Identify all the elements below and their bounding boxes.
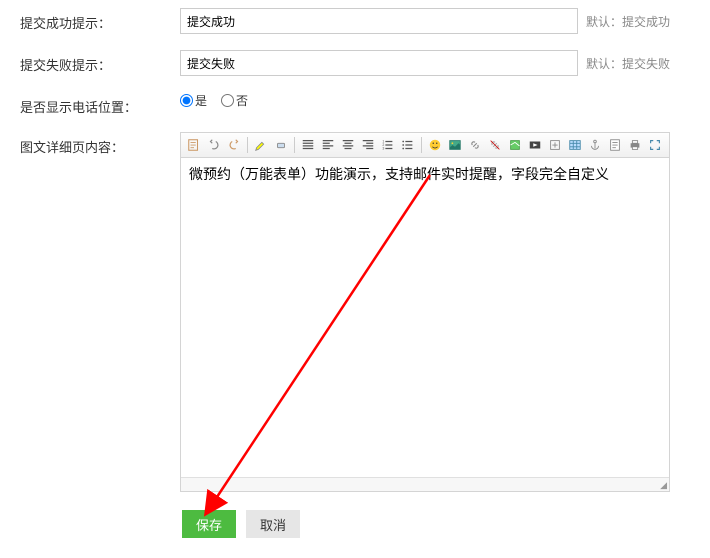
rich-editor: 123 ◢ (180, 132, 670, 492)
fullscreen-icon[interactable] (646, 136, 664, 154)
highlight-icon[interactable] (252, 136, 270, 154)
editor-toolbar: 123 (181, 133, 669, 158)
table-icon[interactable] (566, 136, 584, 154)
unlink-icon[interactable] (486, 136, 504, 154)
success-tip-hint: 默认：提交成功 (586, 13, 670, 30)
image-icon[interactable] (446, 136, 464, 154)
emoji-icon[interactable] (426, 136, 444, 154)
radio-yes[interactable]: 是 (180, 92, 207, 109)
success-tip-input[interactable] (180, 8, 578, 34)
detail-content-label: 图文详细页内容： (20, 132, 180, 156)
editor-footer: ◢ (181, 477, 669, 491)
redo-icon[interactable] (225, 136, 243, 154)
source-icon[interactable] (185, 136, 203, 154)
insert-icon[interactable] (546, 136, 564, 154)
align-center-icon[interactable] (339, 136, 357, 154)
radio-no[interactable]: 否 (221, 92, 248, 109)
radio-no-label: 否 (236, 92, 248, 109)
template-icon[interactable] (606, 136, 624, 154)
align-right-icon[interactable] (359, 136, 377, 154)
align-left-icon[interactable] (319, 136, 337, 154)
fail-tip-input[interactable] (180, 50, 578, 76)
cancel-button[interactable]: 取消 (246, 510, 300, 538)
fail-tip-label: 提交失败提示： (20, 50, 180, 74)
radio-yes-input[interactable] (180, 94, 193, 107)
eraser-icon[interactable] (272, 136, 290, 154)
undo-icon[interactable] (205, 136, 223, 154)
print-icon[interactable] (626, 136, 644, 154)
fail-tip-hint: 默认：提交失败 (586, 55, 670, 72)
map-icon[interactable] (506, 136, 524, 154)
align-justify-icon[interactable] (299, 136, 317, 154)
toolbar-separator (247, 137, 248, 153)
media-icon[interactable] (526, 136, 544, 154)
toolbar-separator (421, 137, 422, 153)
toolbar-separator (294, 137, 295, 153)
ordered-list-icon[interactable]: 123 (379, 136, 397, 154)
link-icon[interactable] (466, 136, 484, 154)
svg-text:3: 3 (382, 146, 384, 150)
save-button[interactable]: 保存 (182, 510, 236, 538)
success-tip-label: 提交成功提示： (20, 8, 180, 32)
resize-handle-icon[interactable]: ◢ (660, 481, 667, 490)
show-phone-label: 是否显示电话位置： (20, 92, 180, 116)
radio-yes-label: 是 (195, 92, 207, 109)
anchor-icon[interactable] (586, 136, 604, 154)
editor-textarea[interactable] (181, 158, 669, 474)
unordered-list-icon[interactable] (399, 136, 417, 154)
radio-no-input[interactable] (221, 94, 234, 107)
